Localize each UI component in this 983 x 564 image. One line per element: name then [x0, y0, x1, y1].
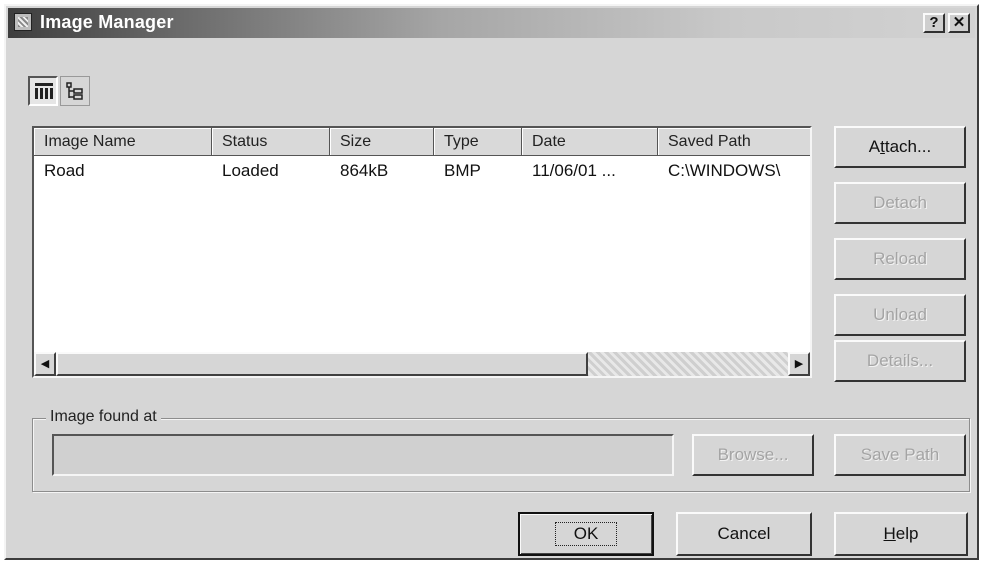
col-header-size[interactable]: Size [330, 128, 434, 156]
cell-type: BMP [444, 161, 481, 180]
help-label-rest: elp [895, 524, 919, 543]
col-header-date[interactable]: Date [522, 128, 658, 156]
close-icon[interactable]: ✕ [948, 13, 970, 33]
window-title: Image Manager [40, 12, 174, 32]
save-path-button[interactable]: Save Path [834, 434, 966, 476]
reload-button[interactable]: Reload [834, 238, 966, 280]
app-icon [14, 13, 32, 31]
image-path-field[interactable] [52, 434, 674, 476]
cell-size: 864kB [340, 161, 389, 180]
cell-status: Loaded [222, 161, 279, 180]
attach-label-post: tach... [884, 137, 932, 156]
tree-view-button[interactable] [60, 76, 90, 106]
ok-button[interactable]: OK [518, 512, 654, 556]
scroll-thumb[interactable] [56, 352, 588, 376]
col-header-saved-path[interactable]: Saved Path [658, 128, 810, 156]
list-view-icon [35, 83, 53, 99]
help-button[interactable]: Help [834, 512, 968, 556]
help-label-accel: H [883, 524, 896, 543]
cell-date: 11/06/01 ... [532, 161, 616, 180]
image-found-label: Image found at [46, 408, 161, 426]
cell-image-name: Road [44, 161, 85, 180]
title-bar[interactable]: Image Manager ? ✕ [8, 8, 975, 38]
scroll-left-icon[interactable]: ◀ [34, 352, 56, 376]
image-list[interactable]: Image Name Status Size Type Date Saved P… [32, 126, 812, 378]
attach-button[interactable]: Attach... [834, 126, 966, 168]
attach-label-pre: A [868, 137, 881, 156]
col-header-image-name[interactable]: Image Name [34, 128, 212, 156]
cancel-button[interactable]: Cancel [676, 512, 812, 556]
ok-label: OK [554, 522, 618, 546]
col-header-status[interactable]: Status [212, 128, 330, 156]
tree-view-icon [66, 82, 83, 100]
unload-button[interactable]: Unload [834, 294, 966, 336]
browse-button[interactable]: Browse... [692, 434, 814, 476]
col-header-type[interactable]: Type [434, 128, 522, 156]
horizontal-scrollbar[interactable]: ◀ ▶ [34, 352, 810, 376]
help-title-button[interactable]: ? [923, 13, 945, 33]
cell-saved-path: C:\WINDOWS\ [668, 161, 781, 180]
scroll-right-icon[interactable]: ▶ [788, 352, 810, 376]
details-button[interactable]: Details... [834, 340, 966, 382]
list-view-button[interactable] [28, 76, 58, 106]
detach-button[interactable]: Detach [834, 182, 966, 224]
image-manager-dialog: Image Manager ? ✕ Image Name Status Size… [4, 4, 979, 560]
